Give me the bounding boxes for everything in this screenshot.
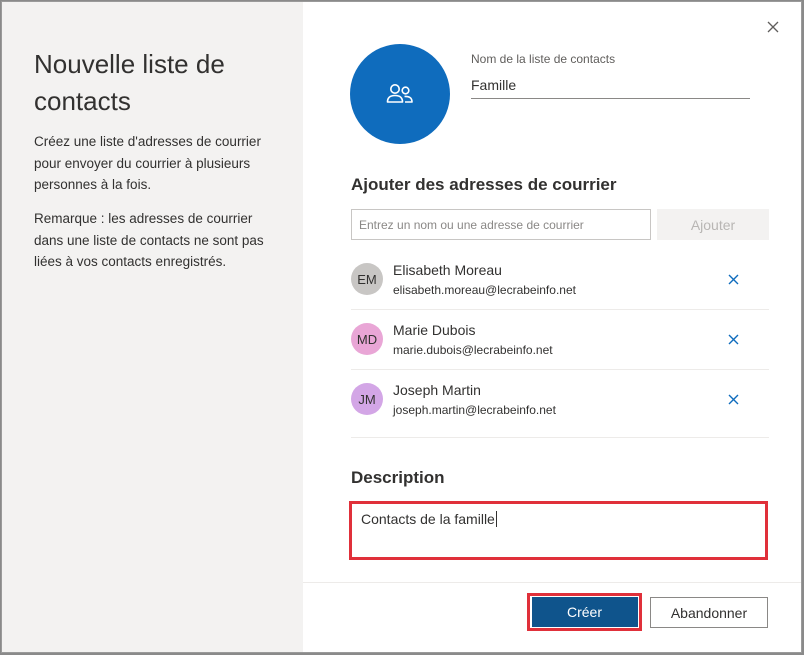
contact-avatar: JM (351, 383, 383, 415)
note-text: Remarque : les adresses de courrier dans… (34, 211, 264, 269)
text-cursor (495, 511, 497, 527)
contact-name: Marie Dubois (393, 322, 476, 338)
description-textarea[interactable]: Contacts de la famille (349, 501, 768, 560)
list-name-input[interactable] (471, 72, 750, 99)
contact-avatar: MD (351, 323, 383, 355)
add-addresses-heading: Ajouter des adresses de courrier (351, 175, 617, 194)
remove-contact-button[interactable] (722, 328, 744, 350)
close-icon (728, 334, 738, 344)
contact-row: EM Elisabeth Moreau elisabeth.moreau@lec… (351, 250, 769, 310)
add-button[interactable]: Ajouter (657, 209, 769, 240)
contact-name: Elisabeth Moreau (393, 262, 502, 278)
divider (351, 437, 769, 438)
dialog-title: Nouvelle liste de contacts (34, 49, 225, 116)
contact-name: Joseph Martin (393, 382, 481, 398)
close-icon (767, 21, 779, 33)
intro-text: Créez une liste d'adresses de courrier p… (34, 134, 261, 192)
create-button-highlight: Créer (527, 593, 642, 631)
contact-email: joseph.martin@lecrabeinfo.net (393, 403, 556, 417)
create-button[interactable]: Créer (531, 597, 638, 627)
description-text: Contacts de la famille (361, 511, 495, 527)
remove-contact-button[interactable] (722, 268, 744, 290)
contact-row: MD Marie Dubois marie.dubois@lecrabeinfo… (351, 310, 769, 370)
contact-row: JM Joseph Martin joseph.martin@lecrabein… (351, 370, 769, 430)
remove-contact-button[interactable] (722, 388, 744, 410)
close-icon (728, 274, 738, 284)
new-contact-list-dialog: Nouvelle liste de contacts Créez une lis… (1, 1, 802, 653)
cancel-button[interactable]: Abandonner (650, 597, 768, 628)
email-search-input[interactable] (351, 209, 651, 240)
footer-divider (303, 582, 801, 583)
group-avatar (350, 44, 450, 144)
contact-avatar: EM (351, 263, 383, 295)
info-panel: Nouvelle liste de contacts Créez une lis… (2, 2, 303, 652)
description-heading: Description (351, 468, 445, 487)
close-icon (728, 394, 738, 404)
close-button[interactable] (763, 17, 783, 37)
contact-email: elisabeth.moreau@lecrabeinfo.net (393, 283, 576, 297)
people-icon (386, 84, 413, 103)
contact-email: marie.dubois@lecrabeinfo.net (393, 343, 553, 357)
list-name-label: Nom de la liste de contacts (471, 52, 616, 66)
